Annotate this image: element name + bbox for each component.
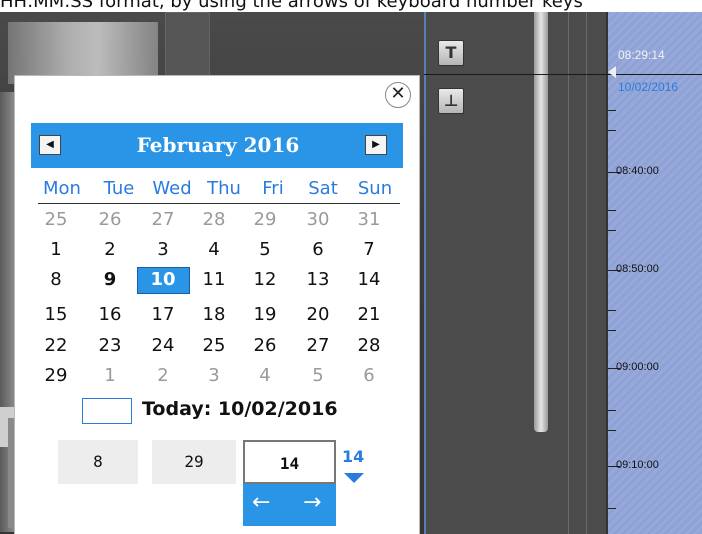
calendar-day[interactable]: 5 (240, 237, 290, 263)
calendar-day[interactable]: 24 (138, 333, 188, 359)
minutes-field[interactable]: 29 (152, 440, 236, 484)
instruction-text: HH:MM:SS format, by using the arrows of … (0, 0, 583, 12)
calendar-day[interactable]: 1 (85, 363, 135, 389)
dow-label: Fri (262, 178, 284, 199)
calendar-day[interactable]: 7 (344, 237, 394, 263)
calendar-day[interactable]: 30 (293, 207, 343, 233)
calendar-day[interactable]: 21 (344, 302, 394, 328)
calendar-day[interactable]: 11 (189, 267, 239, 293)
calendar-day[interactable]: 12 (240, 267, 290, 293)
calendar-day[interactable]: 2 (138, 363, 188, 389)
calendar-day-today[interactable]: 9 (85, 267, 135, 293)
timeline-label: 09:10:00 (616, 459, 659, 471)
dow-label: Sat (308, 178, 338, 199)
calendar-day[interactable]: 20 (293, 302, 343, 328)
calendar-day[interactable]: 22 (31, 333, 81, 359)
calendar-day[interactable]: 6 (293, 237, 343, 263)
calendar-day[interactable]: 4 (189, 237, 239, 263)
calendar-day[interactable]: 5 (293, 363, 343, 389)
calendar-day[interactable]: 29 (240, 207, 290, 233)
calendar-day[interactable]: 27 (138, 207, 188, 233)
calendar-day[interactable]: 25 (189, 333, 239, 359)
seconds-field[interactable]: 14 (243, 440, 336, 484)
calendar-day[interactable]: 25 (31, 207, 81, 233)
timeline-scroll-rail[interactable] (534, 12, 548, 432)
calendar-day[interactable]: 4 (240, 363, 290, 389)
prev-month-button[interactable]: ◀ (39, 135, 61, 155)
calendar-day[interactable]: 1 (31, 237, 81, 263)
timeline-label: 08:40:00 (616, 165, 659, 177)
dow-label: Thu (207, 178, 241, 199)
today-link[interactable]: Today: 10/02/2016 (142, 398, 338, 420)
dow-label: Wed (152, 178, 192, 199)
timeline-cursor-arrow-icon[interactable] (608, 66, 616, 78)
arrow-right-icon[interactable]: → (303, 490, 321, 515)
next-month-button[interactable]: ▶ (365, 135, 387, 155)
calendar-day[interactable]: 31 (344, 207, 394, 233)
calendar-day[interactable]: 6 (344, 363, 394, 389)
month-title: February 2016 (136, 133, 300, 157)
dow-label: Sun (357, 178, 393, 199)
calendar-day[interactable]: 15 (31, 302, 81, 328)
calendar-day[interactable]: 19 (240, 302, 290, 328)
calendar-day[interactable]: 27 (293, 333, 343, 359)
calendar-day[interactable]: 13 (293, 267, 343, 293)
calendar-day[interactable]: 14 (344, 267, 394, 293)
calendar-day[interactable]: 2 (85, 237, 135, 263)
jump-to-bottom-button[interactable]: ⊥ (438, 88, 464, 114)
timeline-label: 09:00:00 (616, 361, 659, 373)
calendar-day[interactable]: 28 (189, 207, 239, 233)
calendar-day[interactable]: 29 (31, 363, 81, 389)
dow-label: Tue (103, 178, 135, 199)
dow-label: Mon (43, 178, 81, 199)
control-panel: T ⊥ (424, 12, 606, 534)
hours-field[interactable]: 8 (58, 440, 138, 484)
calendar-day[interactable]: 3 (138, 237, 188, 263)
calendar-day[interactable]: 8 (31, 267, 81, 293)
jump-to-top-button[interactable]: T (438, 40, 464, 66)
close-icon[interactable]: ✕ (385, 82, 411, 108)
calendar-day[interactable]: 18 (189, 302, 239, 328)
dow-divider (38, 203, 400, 204)
timeline-label: 08:50:00 (616, 263, 659, 275)
calendar-day[interactable]: 23 (85, 333, 135, 359)
calendar-day-selected[interactable]: 10 (138, 267, 188, 293)
today-color-swatch[interactable] (82, 398, 132, 424)
calendar-day[interactable]: 26 (240, 333, 290, 359)
calendar-day[interactable]: 16 (85, 302, 135, 328)
arrow-left-icon[interactable]: ← (252, 490, 270, 515)
timeline-cursor-line (424, 74, 702, 75)
calendar-day[interactable]: 3 (189, 363, 239, 389)
calendar-day[interactable]: 26 (85, 207, 135, 233)
current-date: 10/02/2016 (618, 80, 679, 94)
current-time: 08:29:14 (618, 48, 665, 62)
step-value: 14 (342, 447, 365, 466)
calendar-day[interactable]: 28 (344, 333, 394, 359)
step-down-arrow-icon[interactable] (344, 473, 364, 483)
calendar-day[interactable]: 17 (138, 302, 188, 328)
